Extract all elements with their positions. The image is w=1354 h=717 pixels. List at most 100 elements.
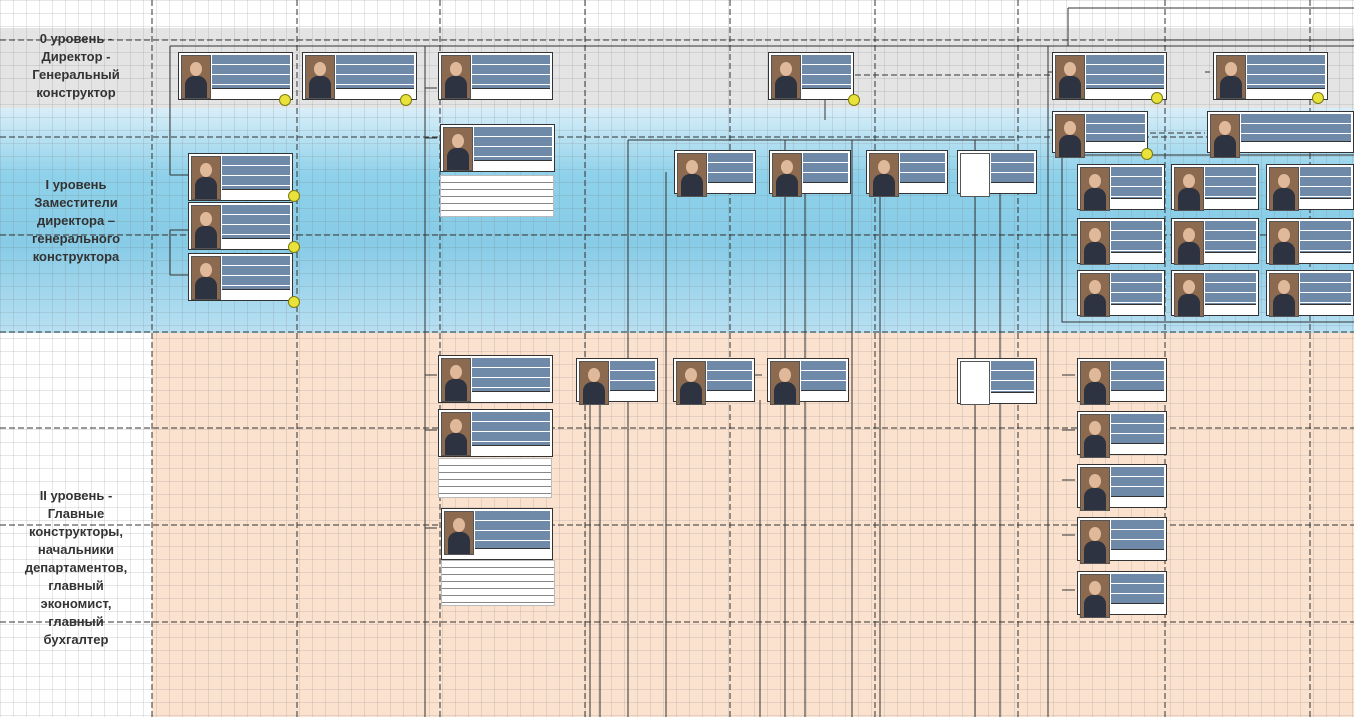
org-card[interactable] <box>576 358 658 405</box>
org-card[interactable] <box>1207 111 1354 158</box>
org-card[interactable] <box>1077 411 1167 458</box>
org-card[interactable] <box>1171 218 1259 265</box>
org-card[interactable] <box>1077 358 1167 405</box>
org-card[interactable] <box>1213 52 1328 100</box>
connector-handle-icon[interactable] <box>1141 148 1153 160</box>
card-table <box>1205 273 1256 313</box>
org-card[interactable] <box>1171 164 1259 211</box>
card-table <box>707 361 752 399</box>
portrait-photo <box>770 361 800 405</box>
portrait-photo <box>1269 167 1299 211</box>
card-table <box>472 55 550 97</box>
card-table <box>1086 114 1145 150</box>
portrait-photo <box>1080 520 1110 564</box>
portrait-photo <box>869 153 899 197</box>
org-card[interactable] <box>1077 270 1165 317</box>
card-table <box>708 153 753 191</box>
card-table <box>803 153 848 191</box>
connector-handle-icon[interactable] <box>1151 92 1163 104</box>
card-table <box>1205 221 1256 261</box>
card-table <box>900 153 945 191</box>
org-card[interactable] <box>440 124 555 172</box>
card-table <box>1111 361 1164 399</box>
org-card[interactable] <box>438 52 553 100</box>
connector-handle-icon[interactable] <box>1312 92 1324 104</box>
org-card[interactable] <box>302 52 417 100</box>
org-card[interactable] <box>188 253 293 301</box>
org-card[interactable] <box>188 153 293 201</box>
card-table <box>1111 167 1162 207</box>
connector-handle-icon[interactable] <box>848 94 860 106</box>
card-table <box>610 361 655 399</box>
org-card[interactable] <box>1077 218 1165 265</box>
org-card[interactable] <box>769 150 851 197</box>
portrait-photo <box>443 127 473 171</box>
portrait-photo <box>1269 221 1299 265</box>
org-card[interactable] <box>1052 52 1167 100</box>
card-table <box>991 361 1034 401</box>
portrait-photo <box>1269 273 1299 317</box>
portrait-photo <box>191 205 221 249</box>
org-card[interactable] <box>1052 111 1148 158</box>
portrait-photo <box>441 412 471 456</box>
card-table <box>802 55 851 97</box>
portrait-placeholder <box>960 361 990 405</box>
org-card[interactable] <box>438 409 553 457</box>
portrait-photo <box>1080 414 1110 458</box>
card-table <box>222 156 290 198</box>
card-table <box>1300 273 1351 313</box>
connector-handle-icon[interactable] <box>288 241 300 253</box>
portrait-photo <box>676 361 706 405</box>
card-table <box>1111 414 1164 452</box>
org-card[interactable] <box>188 202 293 250</box>
org-card[interactable] <box>957 358 1037 405</box>
portrait-placeholder <box>960 153 990 197</box>
portrait-photo <box>1080 273 1110 317</box>
org-card[interactable] <box>673 358 755 405</box>
connector-handle-icon[interactable] <box>400 94 412 106</box>
card-table <box>336 55 414 97</box>
connector-handle-icon[interactable] <box>288 190 300 202</box>
card-table <box>212 55 290 97</box>
org-card[interactable] <box>1266 270 1354 317</box>
card-table <box>472 412 550 454</box>
org-card[interactable] <box>1077 464 1167 511</box>
org-card[interactable] <box>957 150 1037 197</box>
org-card[interactable] <box>1077 517 1167 564</box>
org-card[interactable] <box>1171 270 1259 317</box>
card-table <box>991 153 1034 191</box>
portrait-photo <box>1210 114 1240 158</box>
card-table <box>1247 55 1325 97</box>
portrait-photo <box>579 361 609 405</box>
card-table <box>1086 55 1164 97</box>
org-card[interactable] <box>866 150 948 197</box>
org-card[interactable] <box>1077 571 1167 618</box>
portrait-photo <box>191 156 221 200</box>
portrait-photo <box>191 256 221 300</box>
card-table <box>472 358 550 400</box>
org-card[interactable] <box>674 150 756 197</box>
portrait-photo <box>1174 221 1204 265</box>
org-card[interactable] <box>1266 218 1354 265</box>
org-card[interactable] <box>767 358 849 405</box>
card-table <box>222 256 290 298</box>
card-table <box>1300 167 1351 207</box>
card-table <box>475 511 550 557</box>
org-card[interactable] <box>178 52 293 100</box>
card-table <box>1205 167 1256 207</box>
portrait-photo <box>444 511 474 555</box>
role-description-table <box>438 458 552 498</box>
connector-handle-icon[interactable] <box>288 296 300 308</box>
card-table <box>1111 520 1164 558</box>
portrait-photo <box>1055 55 1085 99</box>
org-card[interactable] <box>768 52 854 100</box>
org-card[interactable] <box>438 355 553 403</box>
connector-handle-icon[interactable] <box>279 94 291 106</box>
org-card[interactable] <box>1077 164 1165 211</box>
card-table <box>1300 221 1351 261</box>
org-card[interactable] <box>1266 164 1354 211</box>
org-card[interactable] <box>441 508 553 560</box>
portrait-photo <box>771 55 801 99</box>
portrait-photo <box>1080 221 1110 265</box>
portrait-photo <box>677 153 707 197</box>
